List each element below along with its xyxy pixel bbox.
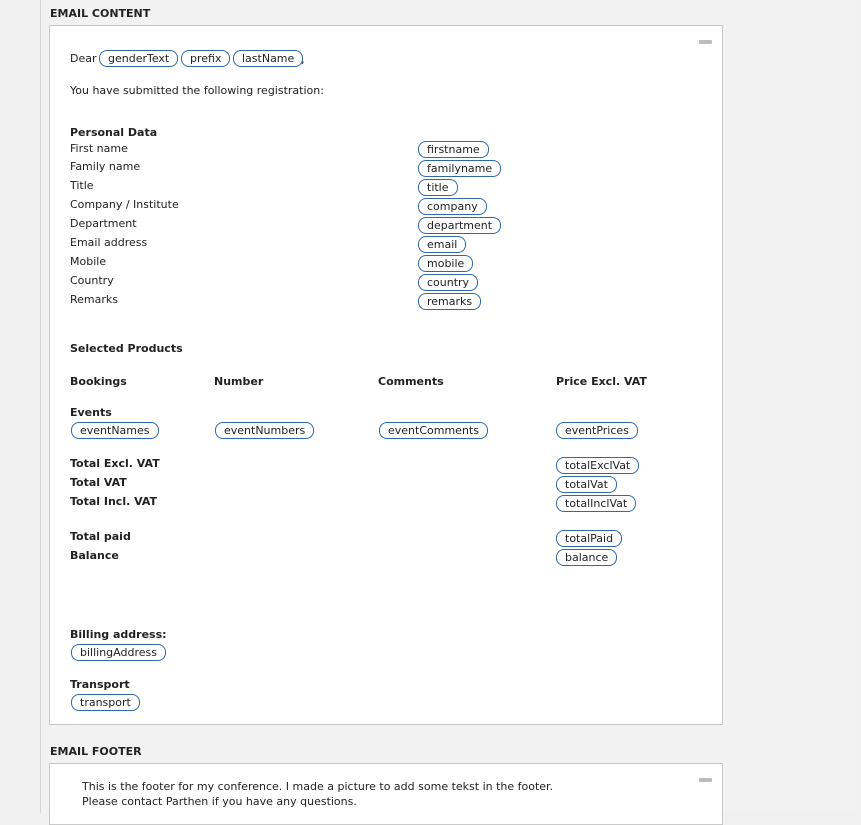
column-comments: Comments: [378, 375, 444, 388]
tag-totalexclvat[interactable]: totalExclVat: [556, 457, 640, 474]
label-company: Company / Institute: [70, 198, 179, 211]
email-footer-editor[interactable]: [49, 763, 723, 825]
tag-eventcomments[interactable]: eventComments: [379, 422, 488, 439]
label-remarks: Remarks: [70, 293, 118, 306]
column-number: Number: [214, 375, 264, 388]
tag-email[interactable]: email: [418, 236, 467, 253]
column-price-excl-vat: Price Excl. VAT: [556, 375, 647, 388]
tag-billingaddress[interactable]: billingAddress: [71, 644, 166, 661]
left-gutter: [0, 0, 41, 813]
email-content-title: EMAIL CONTENT: [50, 7, 151, 20]
tag-eventnumbers[interactable]: eventNumbers: [215, 422, 315, 439]
tag-eventnames[interactable]: eventNames: [71, 422, 159, 439]
tag-prefix[interactable]: prefix: [181, 50, 231, 67]
tag-title[interactable]: title: [418, 179, 458, 196]
tag-department[interactable]: department: [418, 217, 502, 234]
tag-country[interactable]: country: [418, 274, 479, 291]
intro-text: You have submitted the following registr…: [70, 84, 324, 97]
collapse-footer-icon[interactable]: [699, 778, 712, 782]
billing-address-label: Billing address:: [70, 628, 167, 641]
label-balance: Balance: [70, 549, 119, 562]
tag-gendertext[interactable]: genderText: [99, 50, 179, 67]
label-family-name: Family name: [70, 160, 141, 173]
personal-data-heading: Personal Data: [70, 126, 158, 139]
label-department: Department: [70, 217, 137, 230]
label-title: Title: [70, 179, 94, 192]
tag-remarks[interactable]: remarks: [418, 293, 482, 310]
label-country: Country: [70, 274, 114, 287]
tag-mobile[interactable]: mobile: [418, 255, 474, 272]
label-first-name: First name: [70, 142, 128, 155]
tag-totalinclvat[interactable]: totalInclVat: [556, 495, 637, 512]
tag-balance[interactable]: balance: [556, 549, 618, 566]
events-label: Events: [70, 406, 112, 419]
footer-line-1: This is the footer for my conference. I …: [82, 780, 554, 793]
greeting-comma: ,: [301, 53, 305, 66]
tag-transport[interactable]: transport: [71, 694, 140, 711]
label-total-excl-vat: Total Excl. VAT: [70, 457, 160, 470]
greeting-text: Dear: [70, 52, 97, 65]
label-total-vat: Total VAT: [70, 476, 127, 489]
selected-products-heading: Selected Products: [70, 342, 183, 355]
tag-totalpaid[interactable]: totalPaid: [556, 530, 623, 547]
tag-totalvat[interactable]: totalVat: [556, 476, 617, 493]
tag-firstname[interactable]: firstname: [418, 141, 489, 158]
label-total-incl-vat: Total Incl. VAT: [70, 495, 158, 508]
column-bookings: Bookings: [70, 375, 127, 388]
tag-eventprices[interactable]: eventPrices: [556, 422, 638, 439]
collapse-content-icon[interactable]: [699, 40, 712, 44]
transport-label: Transport: [70, 678, 130, 691]
email-footer-title: EMAIL FOOTER: [50, 745, 142, 758]
tag-lastname[interactable]: lastName: [233, 50, 304, 67]
label-total-paid: Total paid: [70, 530, 131, 543]
footer-line-2: Please contact Parthen if you have any q…: [82, 795, 357, 808]
tag-familyname[interactable]: familyname: [418, 160, 502, 177]
label-mobile: Mobile: [70, 255, 107, 268]
label-email-address: Email address: [70, 236, 148, 249]
tag-company[interactable]: company: [418, 198, 487, 215]
